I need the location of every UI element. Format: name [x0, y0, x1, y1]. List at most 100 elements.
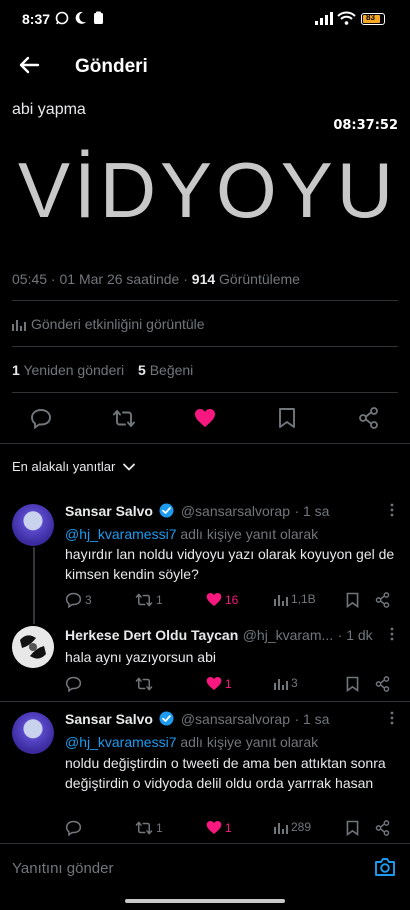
reply-header: Sansar Salvo @sansarsalvorap · 1 sa [65, 711, 329, 731]
views-count: 289 [291, 820, 312, 834]
reply-like-action[interactable]: 16 [206, 592, 238, 607]
more-options-icon[interactable] [390, 503, 394, 522]
reply-context: @hj_kvaramessi7 adlı kişiye yanıt olarak [65, 732, 318, 752]
likes-count: 5 [138, 362, 146, 378]
views-count: 1,1B [291, 592, 316, 606]
author-handle: @sansarsalvorap [180, 503, 290, 519]
sort-dropdown[interactable]: En alakalı yanıtlar [12, 459, 136, 474]
reply-views-action[interactable]: 3 [274, 676, 298, 690]
home-indicator[interactable] [125, 899, 285, 903]
reply-repost-action[interactable]: 1 [135, 820, 163, 836]
reply-composer: Yanıtını gönder [0, 844, 410, 888]
reply-to-handle[interactable]: @hj_kvaramessi7 [65, 526, 176, 542]
reply-header: Herkese Dert Oldu Taycan @hj_kvaram... ·… [65, 627, 373, 645]
reply-to-handle[interactable]: @hj_kvaramessi7 [65, 734, 176, 750]
moon-icon [74, 11, 87, 30]
bookmark-icon[interactable] [346, 820, 359, 841]
share-icon[interactable] [358, 407, 379, 434]
share-icon[interactable] [375, 820, 390, 841]
reply-input[interactable]: Yanıtını gönder [12, 860, 113, 877]
author-name[interactable]: Sansar Salvo [65, 711, 153, 727]
divider [12, 346, 398, 347]
reply-context: @hj_kvaramessi7 adlı kişiye yanıt olarak [65, 524, 318, 544]
divider [12, 300, 398, 301]
reply-comment-action[interactable]: 3 [65, 592, 92, 608]
more-options-icon[interactable] [390, 711, 394, 730]
reposts-stat[interactable]: 1 Yeniden gönderi [12, 362, 124, 378]
reply-comment-action[interactable] [65, 820, 85, 836]
analytics-icon [12, 318, 26, 331]
share-icon[interactable] [375, 676, 390, 697]
reply-like-action[interactable]: 1 [206, 820, 232, 835]
status-bar: 8:37 83 [0, 0, 410, 40]
reply-to-suffix: adlı kişiye yanıt olarak [176, 734, 319, 750]
reply-item[interactable]: Sansar Salvo @sansarsalvorap · 1 sa @hj_… [0, 495, 410, 615]
post-counts: 1 Yeniden gönderi 5 Beğeni [12, 362, 193, 378]
repost-count: 1 [156, 593, 163, 607]
author-name[interactable]: Sansar Salvo [65, 503, 153, 519]
video-caption: VİDYOYU [18, 146, 398, 234]
verified-badge-icon [159, 711, 174, 731]
reply-header: Sansar Salvo @sansarsalvorap · 1 sa [65, 503, 329, 523]
verified-badge-icon [159, 503, 174, 523]
page-title: Gönderi [75, 56, 148, 77]
bookmark-icon[interactable] [346, 592, 359, 613]
reply-time: · 1 dk [337, 627, 373, 643]
avatar[interactable] [12, 626, 54, 668]
whatsapp-icon [55, 11, 69, 30]
share-icon[interactable] [375, 592, 390, 613]
reply-comment-action[interactable] [65, 676, 85, 692]
post-activity-link[interactable]: Gönderi etkinliğini görüntüle [12, 316, 205, 332]
author-name[interactable]: Herkese Dert Oldu Taycan [65, 627, 238, 643]
author-handle: @sansarsalvorap [180, 711, 290, 727]
reposts-count: 1 [12, 362, 20, 378]
likes-stat[interactable]: 5 Beğeni [138, 362, 193, 378]
more-options-icon[interactable] [390, 627, 394, 646]
bookmark-icon[interactable] [346, 676, 359, 697]
post-meta: 05:45 · 01 Mar 26 saatinde · 914 Görüntü… [12, 271, 300, 287]
reply-views-action[interactable]: 289 [274, 820, 311, 834]
battery-icon: 83 [361, 13, 385, 25]
reply-item[interactable]: Herkese Dert Oldu Taycan @hj_kvaram... ·… [0, 620, 410, 700]
views-count: 914 [191, 271, 216, 287]
post-action-bar [0, 393, 410, 443]
signal-icon [315, 12, 333, 30]
like-count: 1 [225, 820, 232, 835]
like-count: 16 [225, 592, 239, 607]
reply-views-action[interactable]: 1,1B [274, 592, 316, 606]
wifi-icon [337, 11, 356, 30]
reply-text: hayırdır lan noldu vidyoyu yazı olarak k… [65, 546, 395, 582]
avatar[interactable] [12, 712, 54, 754]
activity-label: Gönderi etkinliğini görüntüle [31, 316, 205, 332]
sort-label: En alakalı yanıtlar [12, 459, 116, 474]
repost-icon[interactable] [112, 408, 136, 434]
battery-level: 83 [366, 13, 375, 22]
reply-time: · 1 sa [294, 503, 330, 519]
like-filled-icon[interactable] [194, 408, 216, 433]
camera-icon[interactable] [374, 857, 396, 882]
reply-time: · 1 sa [294, 711, 330, 727]
post-timestamp: 05:45 · 01 Mar 26 saatinde · [12, 271, 192, 287]
reply-repost-action[interactable]: 1 [135, 592, 163, 608]
reposts-label: Yeniden gönderi [23, 362, 125, 378]
reply-repost-action[interactable] [135, 676, 156, 692]
views-count: 3 [291, 676, 298, 690]
reply-icon[interactable] [30, 408, 52, 434]
comment-count: 3 [85, 593, 92, 607]
clipboard-icon [93, 11, 104, 30]
chevron-down-icon [123, 463, 136, 471]
header: Gönderi [0, 40, 410, 92]
back-arrow-icon[interactable] [18, 54, 40, 81]
post-media[interactable]: 08:37:52 VİDYOYU [0, 115, 410, 255]
like-count: 1 [225, 676, 232, 691]
reply-text: noldu değiştirdin o tweeti de ama ben at… [65, 755, 386, 791]
bookmark-icon[interactable] [278, 407, 296, 434]
reply-item[interactable]: Sansar Salvo @sansarsalvorap · 1 sa @hj_… [0, 703, 410, 843]
reply-like-action[interactable]: 1 [206, 676, 232, 691]
likes-label: Beğeni [149, 362, 194, 378]
avatar[interactable] [12, 504, 54, 546]
video-timestamp-overlay: 08:37:52 [333, 118, 398, 133]
status-time: 8:37 [22, 11, 51, 27]
views-label: Görüntüleme [215, 271, 300, 287]
divider [0, 701, 410, 702]
